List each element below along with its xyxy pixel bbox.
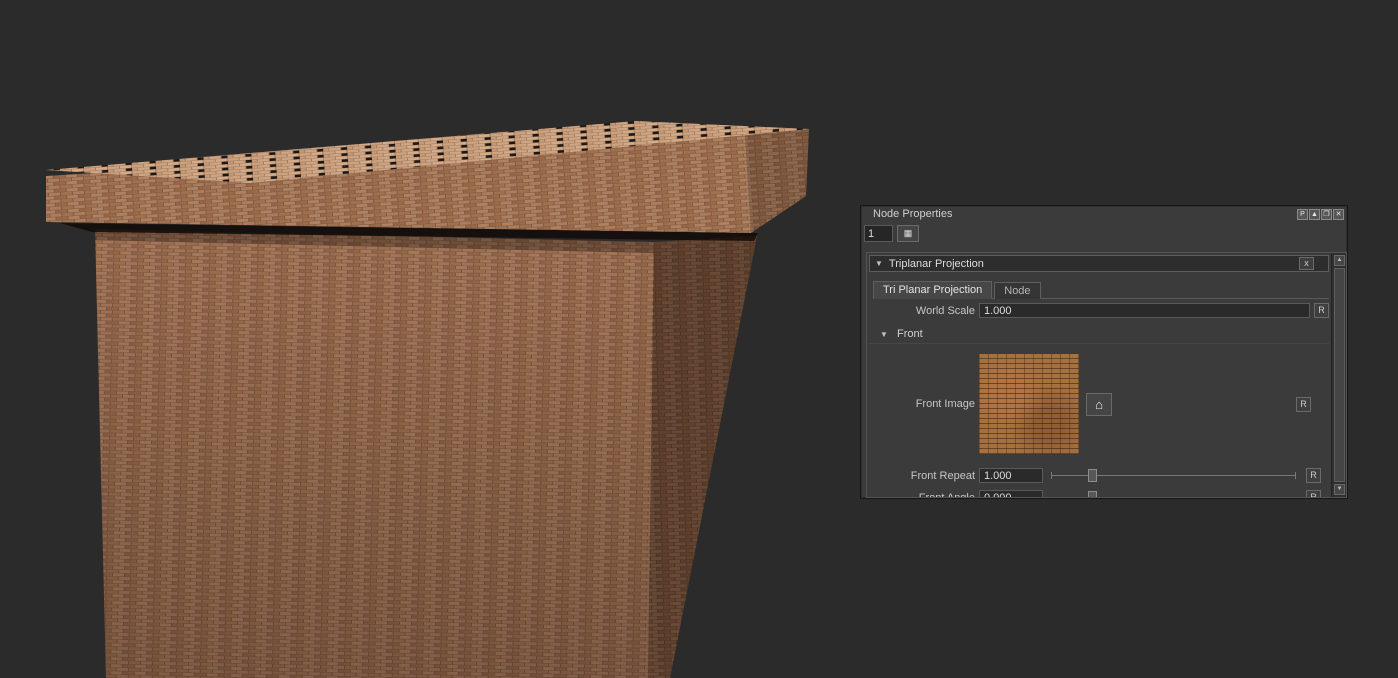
close-icon[interactable]: ✕ [1333,209,1344,220]
tab-node[interactable]: Node [994,282,1040,299]
front-repeat-input[interactable] [979,468,1043,483]
scrollbar-thumb[interactable] [1334,268,1345,482]
application-window: Node Properties P ▲ ❐ ✕ ▦ ▼ Triplanar Pr… [0,0,1398,678]
front-repeat-reset-button[interactable]: R [1306,468,1321,483]
front-image-row: Front Image ⌂ R [869,354,1329,454]
scroll-up-icon[interactable]: ▲ [1334,255,1345,266]
pin-icon[interactable]: P [1297,209,1308,220]
cap-end-shading [745,129,809,233]
collapse-triangle-icon[interactable]: ▼ [875,259,883,268]
wall-side-shading [648,236,757,678]
properties-scroll-area: ▼ Triplanar Projection x Tri Planar Proj… [866,252,1347,498]
node-index-row: ▦ [864,225,919,242]
world-scale-input[interactable] [979,303,1310,318]
panel-titlebar[interactable]: Node Properties P ▲ ❐ ✕ [861,206,1347,223]
slider-tick-left [1051,472,1052,479]
front-image-reset-button[interactable]: R [1296,397,1311,412]
properties-content: ▼ Triplanar Projection x Tri Planar Proj… [867,253,1331,497]
panel-title: Node Properties [873,208,953,220]
slider-handle[interactable] [1088,469,1097,482]
world-scale-row: World Scale R [869,303,1329,318]
front-repeat-label: Front Repeat [869,470,975,482]
node-title: Triplanar Projection [889,258,984,270]
front-angle-input[interactable] [979,490,1043,497]
front-image-thumbnail[interactable] [979,354,1079,454]
scroll-down-icon[interactable]: ▼ [1334,484,1345,495]
tab-triplanar-projection[interactable]: Tri Planar Projection [873,281,992,299]
front-repeat-slider[interactable] [1051,468,1296,483]
front-angle-reset-button[interactable]: R [1306,490,1321,497]
world-scale-reset-button[interactable]: R [1314,303,1329,318]
wall-front-shading [95,229,654,678]
node-close-button[interactable]: x [1299,257,1314,270]
tab-bar: Tri Planar Projection Node [873,280,1329,299]
titlebar-buttons: P ▲ ❐ ✕ [1297,209,1344,220]
open-image-icon[interactable]: ⌂ [1086,393,1112,416]
front-angle-slider[interactable] [1051,490,1296,497]
rollup-icon[interactable]: ▲ [1309,209,1320,220]
node-index-field[interactable] [864,225,893,242]
world-scale-label: World Scale [869,305,975,317]
slider-tick-right [1295,472,1296,479]
front-section-label: Front [897,328,923,340]
edit-list-button[interactable]: ▦ [897,225,919,242]
front-collapse-triangle-icon[interactable]: ▼ [880,330,888,339]
node-properties-panel: Node Properties P ▲ ❐ ✕ ▦ ▼ Triplanar Pr… [860,205,1348,499]
vertical-scrollbar[interactable]: ▲ ▼ [1331,253,1346,497]
front-angle-label: Front Angle [869,492,975,498]
front-angle-row: Front Angle R [869,490,1329,497]
slider-handle[interactable] [1088,491,1097,497]
front-section-header[interactable]: ▼ Front [869,326,1329,344]
expand-icon[interactable]: ❐ [1321,209,1332,220]
front-repeat-row: Front Repeat R [869,468,1329,483]
front-image-label: Front Image [869,398,975,410]
node-header[interactable]: ▼ Triplanar Projection x [869,255,1329,272]
